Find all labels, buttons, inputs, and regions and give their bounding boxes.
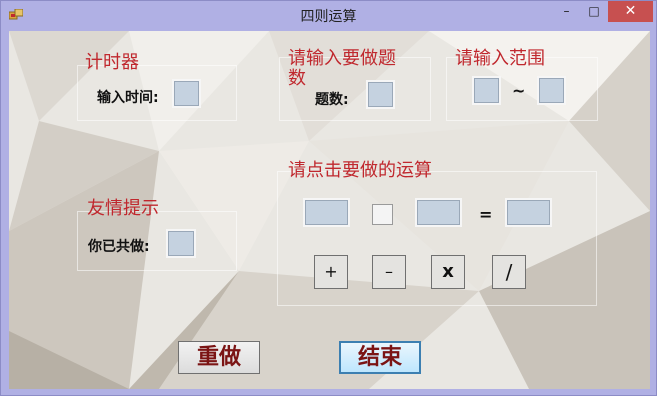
operator-checkbox[interactable]	[372, 204, 393, 225]
timer-input-label: 输入时间:	[97, 90, 159, 106]
operand1-input[interactable]	[303, 198, 350, 227]
range-to-input[interactable]	[537, 76, 566, 105]
redo-button[interactable]: 重做	[178, 341, 260, 374]
hint-heading: 友情提示	[87, 198, 159, 219]
operation-heading: 请点击要做的运算	[288, 160, 432, 181]
questions-heading-line1: 请输入要做题	[288, 48, 396, 69]
timer-input[interactable]	[172, 79, 201, 108]
title-bar: 四则运算 – □ ✕	[1, 1, 656, 31]
operand2-input[interactable]	[415, 198, 462, 227]
finish-button[interactable]: 结束	[339, 341, 421, 374]
minimize-button[interactable]: –	[553, 1, 580, 22]
close-button[interactable]: ✕	[608, 1, 653, 22]
result-input[interactable]	[505, 198, 552, 227]
done-count-label: 你已共做:	[88, 239, 150, 255]
divide-button[interactable]: /	[492, 255, 526, 289]
add-button[interactable]: +	[314, 255, 348, 289]
timer-heading: 计时器	[85, 52, 139, 73]
range-heading: 请输入范围	[455, 48, 545, 69]
main-panel: 计时器 输入时间: 请输入要做题 数 题数: 请输入范围 ~ 友情提示 你已共做…	[9, 31, 650, 389]
multiply-button[interactable]: x	[431, 255, 465, 289]
questions-count-input[interactable]	[366, 80, 395, 109]
questions-heading-line2: 数	[288, 68, 306, 89]
range-from-input[interactable]	[472, 76, 501, 105]
questions-count-label: 题数:	[315, 92, 349, 108]
range-separator: ~	[512, 81, 526, 100]
done-count-input[interactable]	[166, 229, 196, 258]
app-window: 四则运算 – □ ✕ 计时器 输入时间: 请输入要做题 数 题数: 请输入范围 …	[0, 0, 657, 396]
equals-sign: =	[479, 205, 493, 224]
subtract-button[interactable]: –	[372, 255, 406, 289]
maximize-button[interactable]: □	[581, 1, 607, 22]
